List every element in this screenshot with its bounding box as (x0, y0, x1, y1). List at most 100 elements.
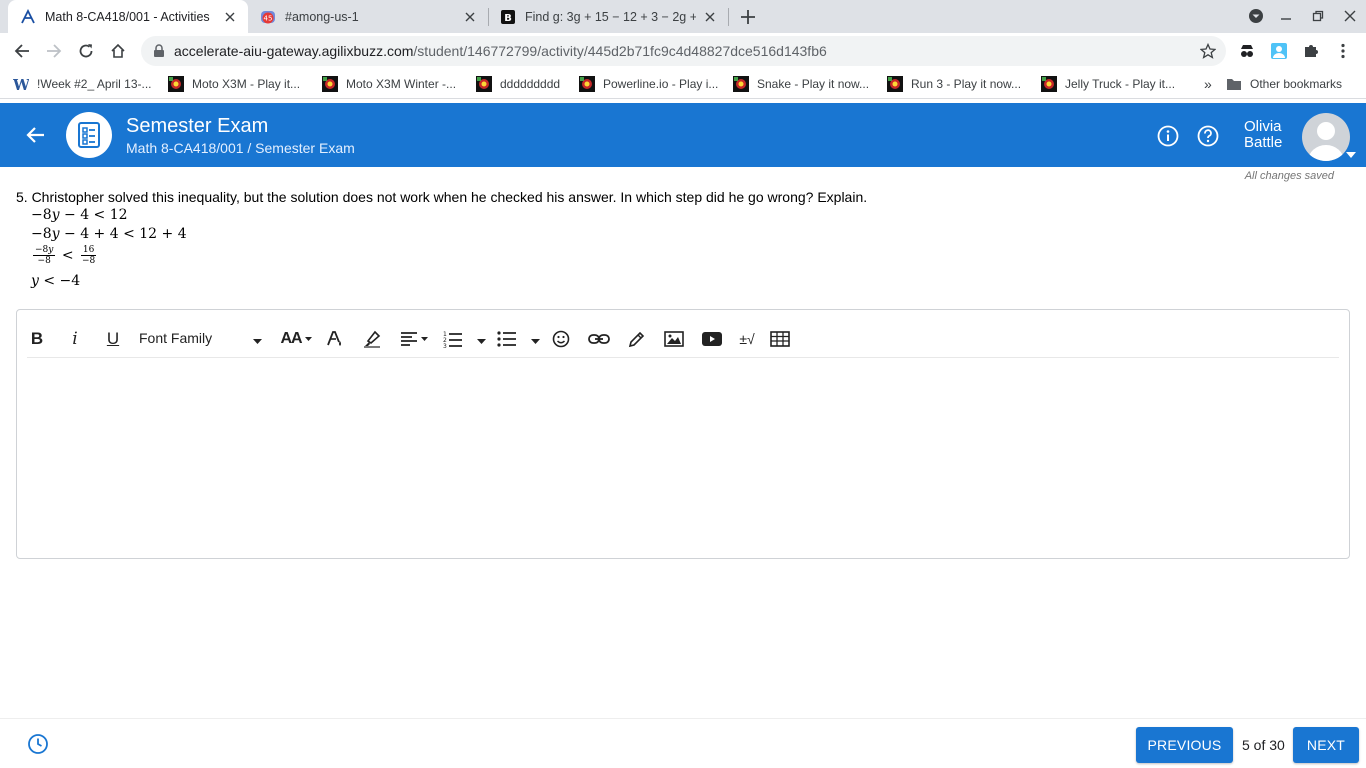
agilix-logo-icon (20, 8, 36, 25)
close-window-icon[interactable] (1339, 6, 1361, 26)
game-icon (733, 76, 749, 92)
tab-find-g[interactable]: B Find g: 3g + 15 − 12 + 3 − 2g + 4 (488, 0, 728, 33)
italic-button[interactable]: i (65, 328, 85, 350)
lock-icon (154, 44, 164, 57)
extensions-puzzle-icon[interactable] (1302, 42, 1320, 60)
browser-toolbar: accelerate-aiu-gateway.agilixbuzz.com/st… (0, 33, 1366, 69)
underline-button[interactable]: U (103, 328, 123, 350)
profile-extension-icon[interactable] (1270, 42, 1288, 60)
reload-icon[interactable] (74, 39, 98, 63)
next-button[interactable]: NEXT (1293, 727, 1359, 763)
game-icon (1041, 76, 1057, 92)
link-icon[interactable] (587, 328, 611, 350)
editor-toolbar: B i U Font Family AA 123 ±√ (27, 320, 1339, 358)
close-tab-icon[interactable] (462, 9, 478, 25)
address-bar[interactable]: accelerate-aiu-gateway.agilixbuzz.com/st… (141, 36, 1226, 66)
previous-button[interactable]: PREVIOUS (1136, 727, 1233, 763)
close-tab-icon[interactable] (222, 9, 238, 25)
question-text: 5. Christopher solved this inequality, b… (16, 189, 868, 205)
restore-icon[interactable] (1307, 6, 1329, 26)
answer-text-area[interactable] (27, 360, 1339, 550)
minimize-icon[interactable] (1275, 6, 1297, 26)
game-icon (168, 76, 184, 92)
insert-table-icon[interactable] (769, 328, 791, 350)
forward-arrow-icon[interactable] (42, 39, 66, 63)
answer-editor: B i U Font Family AA 123 ±√ (16, 309, 1350, 559)
w-icon: W (13, 76, 29, 92)
tab-badge-count: 45 (264, 14, 273, 22)
bookmarks-overflow-icon[interactable]: » (1204, 76, 1212, 92)
game-icon (322, 76, 338, 92)
math-step-4: y < −4 (31, 273, 81, 289)
bookmark-ddddddddd[interactable]: ddddddddd (476, 76, 560, 92)
menu-kebab-icon[interactable] (1334, 42, 1352, 60)
tab-separator (728, 8, 729, 26)
spy-extension-icon[interactable] (1238, 42, 1256, 60)
discord-badge-icon: 45 (260, 9, 276, 25)
clock-icon[interactable] (27, 733, 49, 755)
bookmark-moto-x3m[interactable]: Moto X3M - Play it... (168, 76, 300, 92)
svg-text:B: B (504, 13, 512, 24)
app-header: Semester Exam Math 8-CA418/001 / Semeste… (0, 103, 1366, 167)
tab-among-us[interactable]: 45 #among-us-1 (248, 0, 488, 33)
back-arrow-icon[interactable] (24, 123, 48, 147)
exam-checklist-icon (66, 112, 112, 158)
footer-bar: PREVIOUS 5 of 30 NEXT (0, 718, 1366, 768)
info-icon[interactable] (1157, 125, 1179, 147)
help-icon[interactable] (1197, 125, 1219, 147)
font-size-button[interactable]: AA (279, 328, 313, 350)
folder-icon (1227, 79, 1241, 90)
align-button[interactable] (399, 328, 429, 350)
math-step-1: −8y − 4 < 12 (31, 207, 128, 223)
question-pager: 5 of 30 (1242, 737, 1285, 753)
bookmarks-bar: W !Week #2_ April 13-... Moto X3M - Play… (0, 69, 1366, 99)
bold-button[interactable]: B (27, 328, 47, 350)
unordered-list-icon[interactable] (496, 328, 518, 350)
game-icon (476, 76, 492, 92)
svg-text:W: W (13, 76, 29, 92)
other-bookmarks[interactable]: Other bookmarks (1226, 76, 1342, 92)
page-title: Semester Exam (126, 115, 269, 137)
svg-text:3: 3 (443, 343, 447, 348)
brainly-icon: B (500, 9, 516, 25)
new-tab-plus-icon[interactable] (737, 6, 759, 28)
back-arrow-icon[interactable] (10, 39, 34, 63)
draw-pencil-icon[interactable] (627, 328, 647, 350)
save-status: All changes saved (1244, 170, 1334, 182)
close-tab-icon[interactable] (702, 9, 718, 25)
unordered-list-chevron-down-icon[interactable] (531, 339, 540, 344)
address-url: accelerate-aiu-gateway.agilixbuzz.com/st… (174, 43, 827, 59)
tab-strip: Math 8-CA418/001 - Activities 45 #among-… (0, 0, 1366, 33)
ordered-list-icon[interactable]: 123 (442, 328, 464, 350)
home-icon[interactable] (106, 39, 130, 63)
font-family-chevron-down-icon[interactable] (253, 339, 262, 344)
text-color-icon[interactable] (325, 328, 345, 350)
tab-title: #among-us-1 (285, 9, 359, 24)
bookmark-jelly-truck[interactable]: Jelly Truck - Play it... (1041, 76, 1175, 92)
game-icon (887, 76, 903, 92)
bookmark-powerline[interactable]: Powerline.io - Play i... (579, 76, 718, 92)
insert-video-icon[interactable] (701, 328, 723, 350)
font-size-chevron-down-icon (304, 337, 312, 341)
tab-math-activities[interactable]: Math 8-CA418/001 - Activities (8, 0, 248, 33)
bookmark-week-2[interactable]: W !Week #2_ April 13-... (13, 76, 152, 92)
insert-image-icon[interactable] (663, 328, 685, 350)
game-icon (579, 76, 595, 92)
bookmark-moto-x3m-winter[interactable]: Moto X3M Winter -... (322, 76, 456, 92)
font-family-select[interactable]: Font Family (139, 330, 212, 346)
bookmark-run-3[interactable]: Run 3 - Play it now... (887, 76, 1021, 92)
math-step-2: −8y − 4 + 4 < 12 + 4 (31, 226, 187, 242)
tab-search-icon[interactable] (1245, 6, 1267, 26)
tab-title: Math 8-CA418/001 - Activities (45, 9, 210, 24)
ordered-list-chevron-down-icon[interactable] (477, 339, 486, 344)
user-name[interactable]: Olivia Battle (1244, 119, 1282, 151)
emoji-icon[interactable] (551, 328, 571, 350)
avatar[interactable] (1302, 113, 1350, 161)
highlighter-icon[interactable] (361, 328, 383, 350)
bookmark-snake[interactable]: Snake - Play it now... (733, 76, 869, 92)
math-step-3: −8y −8 < 16 −8 (33, 245, 97, 266)
math-equation-button[interactable]: ±√ (737, 328, 757, 350)
user-menu-chevron-down-icon[interactable] (1346, 152, 1356, 158)
tab-title: Find g: 3g + 15 − 12 + 3 − 2g + 4 (525, 9, 696, 24)
bookmark-star-icon[interactable] (1200, 43, 1216, 59)
